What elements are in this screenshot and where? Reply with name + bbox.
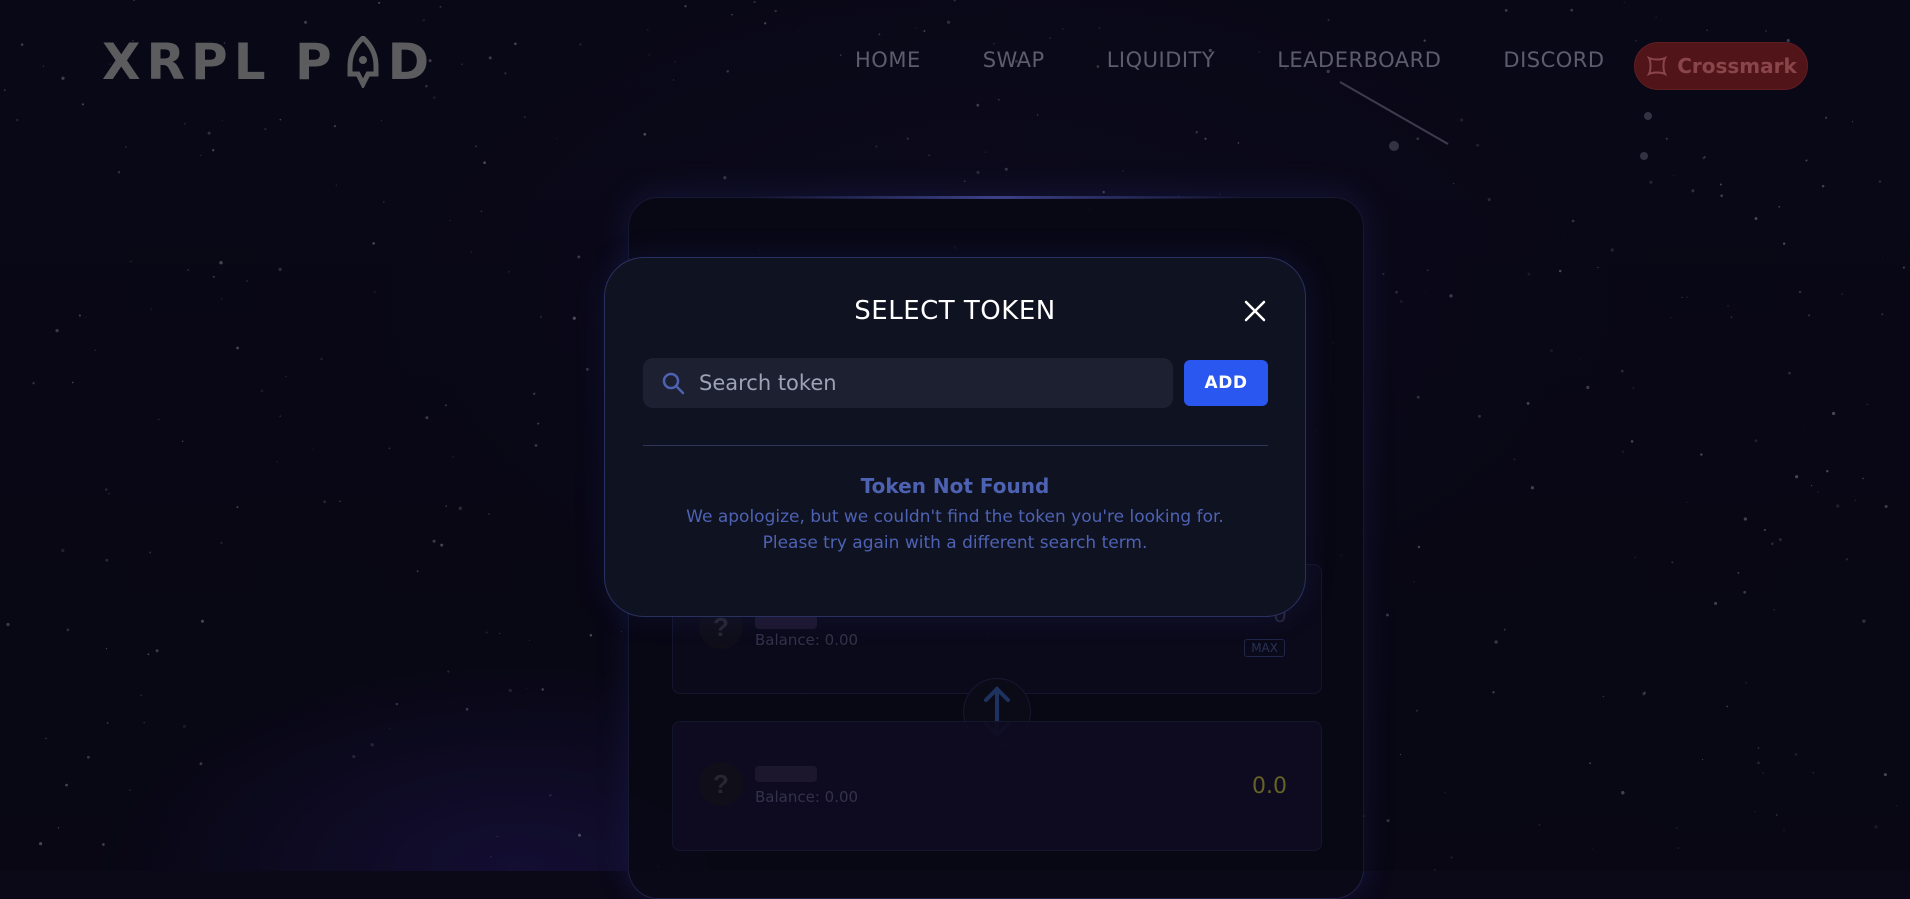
- search-box[interactable]: [643, 358, 1173, 408]
- not-found-line-2: Please try again with a different search…: [762, 533, 1148, 553]
- modal-title: SELECT TOKEN: [854, 296, 1056, 326]
- not-found-title: Token Not Found: [860, 474, 1050, 498]
- close-icon[interactable]: [1242, 298, 1268, 324]
- modal-divider: [643, 445, 1268, 446]
- select-token-modal: SELECT TOKEN ADD Token Not Found We apol…: [604, 257, 1306, 617]
- search-icon: [662, 372, 685, 395]
- search-input[interactable]: [697, 370, 1141, 396]
- not-found-message: We apologize, but we couldn't find the t…: [645, 504, 1265, 556]
- not-found-line-1: We apologize, but we couldn't find the t…: [686, 507, 1224, 527]
- add-token-button[interactable]: ADD: [1184, 360, 1268, 406]
